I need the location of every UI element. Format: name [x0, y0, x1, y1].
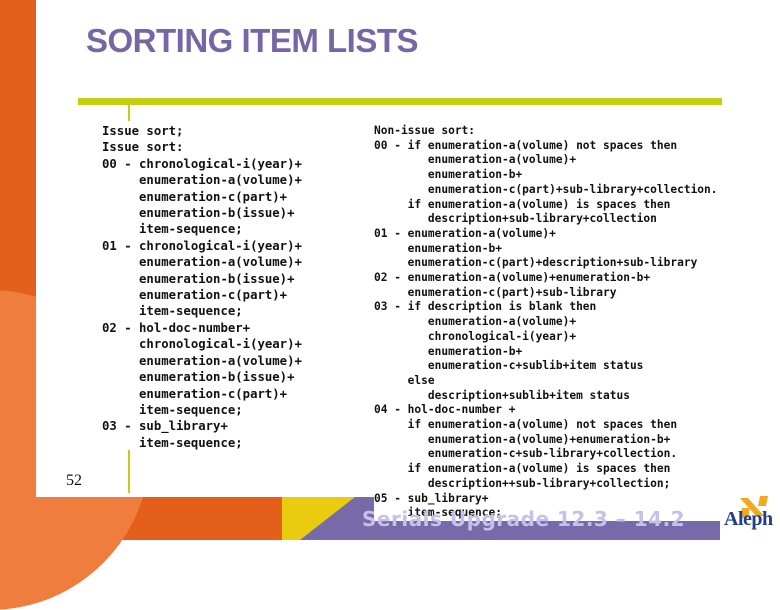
code-line: if enumeration-a(volume) not spaces then — [374, 418, 678, 432]
code-line: enumeration-b(issue)+ — [102, 271, 295, 286]
code-line: enumeration-c+sub-library+collection. — [374, 447, 678, 461]
code-line: enumeration-a(volume)+ — [102, 173, 302, 188]
footer-title: Serials Upgrade 12.3 – 14.2 — [362, 507, 686, 531]
code-line: 03 - sub_library+ — [102, 419, 228, 434]
page-number: 52 — [66, 472, 82, 489]
code-line: enumeration-a(volume)+enumeration-b+ — [374, 432, 671, 446]
code-line: else — [374, 373, 435, 387]
non-issue-sort-code-block: Non-issue sort: 00 - if enumeration-a(vol… — [374, 124, 722, 521]
code-line: enumeration-a(volume)+ — [374, 315, 577, 329]
code-line: if enumeration-a(volume) is spaces then — [374, 462, 671, 476]
footer-orange-band — [0, 497, 300, 540]
code-line: enumeration-c(part)+sub-library+collecti… — [374, 182, 718, 196]
code-line: enumeration-c(part)+ — [102, 288, 288, 303]
code-line: 01 - chronological-i(year)+ — [102, 238, 302, 253]
code-line: enumeration-c(part)+ — [102, 189, 288, 204]
title-underline-rule — [78, 98, 722, 105]
code-line: Non-issue sort: — [374, 124, 476, 137]
code-line: enumeration-b(issue)+ — [102, 206, 295, 221]
code-line: 00 - if enumeration-a(volume) not spaces… — [374, 138, 678, 152]
code-line: enumeration-a(volume)+ — [102, 255, 302, 270]
code-line: 05 - sub_library+ — [374, 491, 489, 505]
code-line: 02 - hol-doc-number+ — [102, 320, 251, 335]
code-line: chronological-i(year)+ — [374, 329, 577, 343]
code-line: Issue sort: — [102, 140, 184, 155]
code-line: if enumeration-a(volume) is spaces then — [374, 197, 671, 211]
code-line: enumeration-c(part)+description+sub-libr… — [374, 256, 698, 270]
code-line: 03 - if description is blank then — [374, 300, 597, 314]
vertical-rule-top — [128, 105, 130, 121]
code-line: 04 - hol-doc-number + — [374, 403, 516, 417]
code-line: 00 - chronological-i(year)+ — [102, 156, 302, 171]
vertical-rule-bottom — [128, 450, 130, 493]
code-line: chronological-i(year)+ — [102, 337, 302, 352]
code-line: 01 - enumeration-a(volume)+ — [374, 226, 556, 240]
code-line: enumeration-b+ — [374, 241, 502, 255]
code-line: item-sequence; — [102, 435, 243, 450]
code-line: enumeration-a(volume)+ — [102, 353, 302, 368]
code-line: enumeration-c+sublib+item status — [374, 359, 644, 373]
code-line: enumeration-b+ — [374, 168, 523, 182]
code-line: enumeration-c(part)+ — [102, 386, 288, 401]
code-line: item-sequence; — [102, 222, 243, 237]
code-line: enumeration-a(volume)+ — [374, 153, 577, 167]
code-line: Issue sort; — [102, 124, 184, 138]
code-line: description+sublib+item status — [374, 388, 630, 402]
code-line: enumeration-b(issue)+ — [102, 370, 295, 385]
aleph-logo-text: Aleph — [724, 508, 773, 530]
code-line: description++sub-library+collection; — [374, 476, 671, 490]
issue-sort-code-block: Issue sort; Issue sort: 00 - chronological… — [102, 123, 302, 451]
aleph-logo: Aleph — [722, 494, 780, 540]
code-line: enumeration-c(part)+sub-library — [374, 285, 617, 299]
slide-title: SORTING ITEM LISTS — [86, 22, 419, 59]
code-line: 02 - enumeration-a(volume)+enumeration-b… — [374, 271, 651, 285]
code-line: item-sequence; — [102, 304, 243, 319]
code-line: item-sequence; — [102, 402, 243, 417]
code-line: enumeration-b+ — [374, 344, 523, 358]
code-line: description+sub-library+collection — [374, 212, 657, 226]
